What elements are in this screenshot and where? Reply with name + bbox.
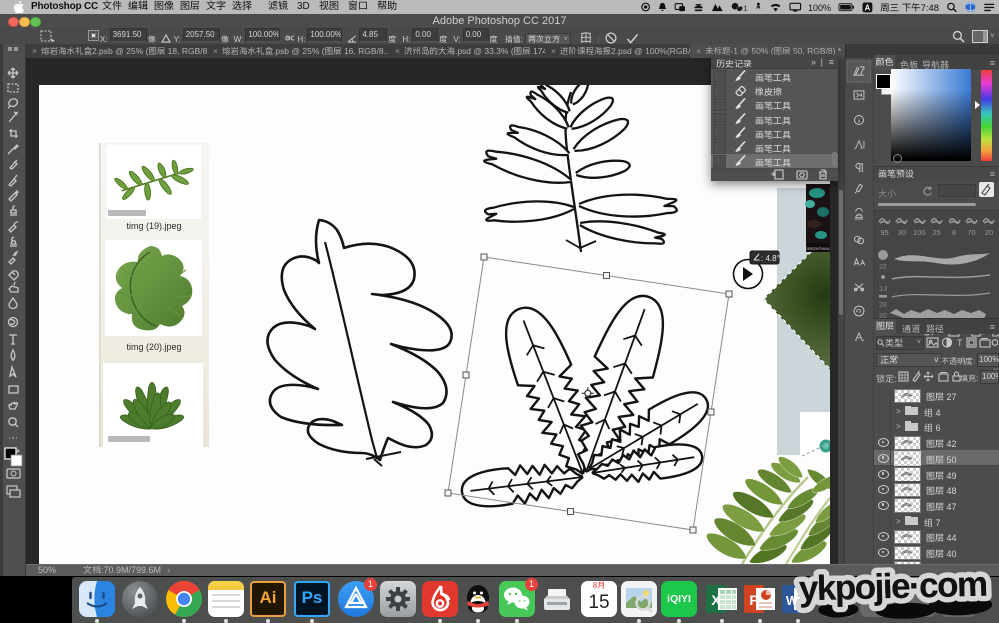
svg-text:28: 28: [879, 302, 887, 309]
svg-text:P: P: [749, 592, 758, 608]
svg-text:T: T: [957, 338, 963, 348]
svg-text:1: 1: [743, 3, 747, 12]
svg-text:A: A: [865, 3, 871, 12]
svg-text:GREENTHING: GREENTHING: [805, 246, 832, 251]
svg-text:timg (19).jpeg: timg (19).jpeg: [126, 221, 181, 231]
svg-text:timg (20).jpeg: timg (20).jpeg: [126, 342, 181, 352]
svg-text:22: 22: [879, 264, 887, 271]
svg-text:13: 13: [879, 286, 887, 294]
svg-text:ykpojie·com: ykpojie·com: [798, 565, 987, 609]
svg-text:: 4.8°: : 4.8°: [761, 254, 780, 263]
svg-text:X: X: [711, 592, 721, 608]
